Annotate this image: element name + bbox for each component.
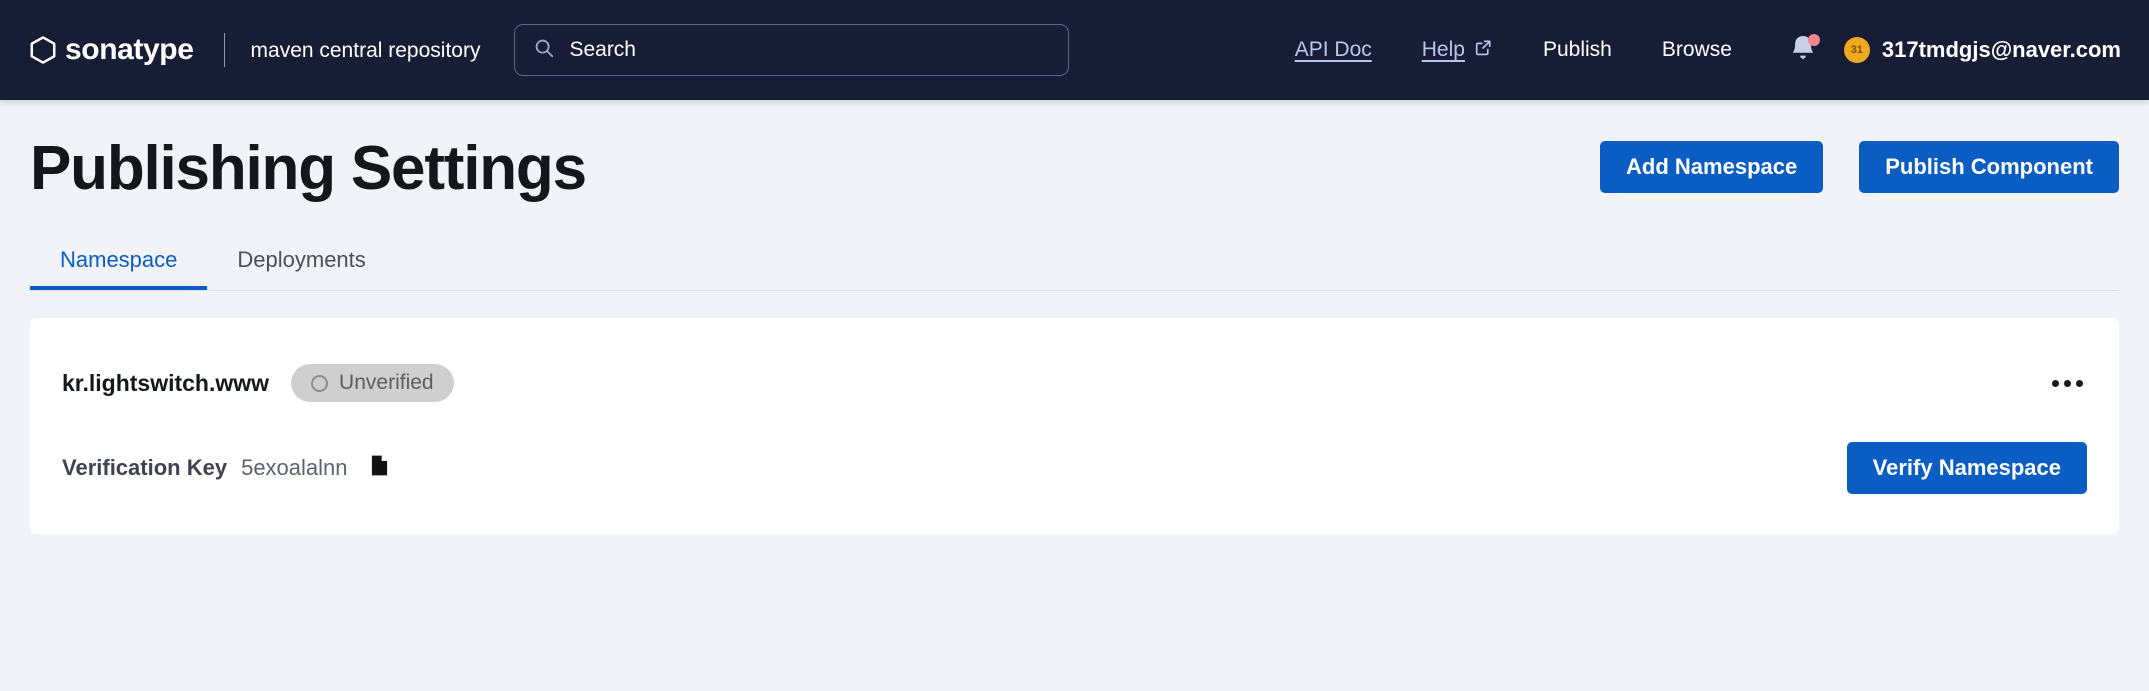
- external-link-icon: [1465, 38, 1493, 63]
- avatar[interactable]: 31: [1843, 37, 1870, 63]
- brand-area[interactable]: sonatype: [28, 35, 194, 65]
- circle-outline-icon: [311, 374, 329, 392]
- search-input[interactable]: [569, 38, 1051, 62]
- namespace-name: kr.lightswitch.www: [62, 369, 270, 396]
- status-badge: Unverified: [291, 364, 454, 403]
- namespace-card: kr.lightswitch.www Unverified Verificati…: [30, 318, 2119, 535]
- hexagon-logo-icon: [28, 35, 58, 65]
- notifications-button[interactable]: [1788, 33, 1820, 69]
- search-icon: [533, 37, 569, 64]
- more-options-dot: [2076, 379, 2083, 387]
- verification-key-row: Verification Key 5exoalalnn Verify Names…: [62, 414, 2087, 534]
- page-content: Publishing Settings Add Namespace Publis…: [0, 100, 2149, 535]
- more-options-dot: [2052, 379, 2059, 387]
- brand-divider: [223, 33, 225, 67]
- search-box[interactable]: [514, 24, 1070, 76]
- status-badge-label: Unverified: [339, 371, 434, 395]
- page-actions: Add Namespace Publish Component: [1600, 140, 2119, 197]
- more-options-dot: [2064, 379, 2071, 387]
- more-options-icon[interactable]: [2048, 370, 2087, 397]
- top-navigation-bar: sonatype maven central repository API Do…: [0, 0, 2149, 100]
- namespace-card-header: kr.lightswitch.www Unverified: [62, 318, 2087, 414]
- publish-component-button[interactable]: Publish Component: [1859, 140, 2119, 193]
- user-email[interactable]: 317tmdgjs@naver.com: [1882, 37, 2121, 63]
- nav-link-api-doc[interactable]: API Doc: [1295, 38, 1372, 62]
- tab-bar: Namespace Deployments: [30, 247, 2119, 292]
- copy-document-icon[interactable]: [348, 454, 389, 482]
- verification-key-value: 5exoalalnn: [241, 455, 348, 481]
- page-header-row: Publishing Settings Add Namespace Publis…: [30, 100, 2119, 201]
- tab-deployments[interactable]: Deployments: [207, 247, 395, 290]
- nav-link-help-label: Help: [1421, 38, 1465, 61]
- brand-name: sonatype: [65, 33, 194, 66]
- notification-dot: [1807, 34, 1820, 46]
- nav-link-browse[interactable]: Browse: [1662, 38, 1732, 62]
- tab-namespace[interactable]: Namespace: [30, 247, 207, 290]
- page-title: Publishing Settings: [30, 134, 587, 203]
- nav-link-publish[interactable]: Publish: [1543, 38, 1612, 62]
- bell-icon: [1788, 35, 1818, 69]
- brand-subtitle: maven central repository: [250, 38, 481, 62]
- verification-key-label: Verification Key: [62, 455, 228, 481]
- add-namespace-button[interactable]: Add Namespace: [1600, 140, 1824, 193]
- nav-link-help[interactable]: Help: [1422, 38, 1493, 63]
- nav-right-group: API Doc Help Publish Browse 31 317tmdgjs…: [1245, 33, 2121, 67]
- verify-namespace-button[interactable]: Verify Namespace: [1846, 442, 2087, 495]
